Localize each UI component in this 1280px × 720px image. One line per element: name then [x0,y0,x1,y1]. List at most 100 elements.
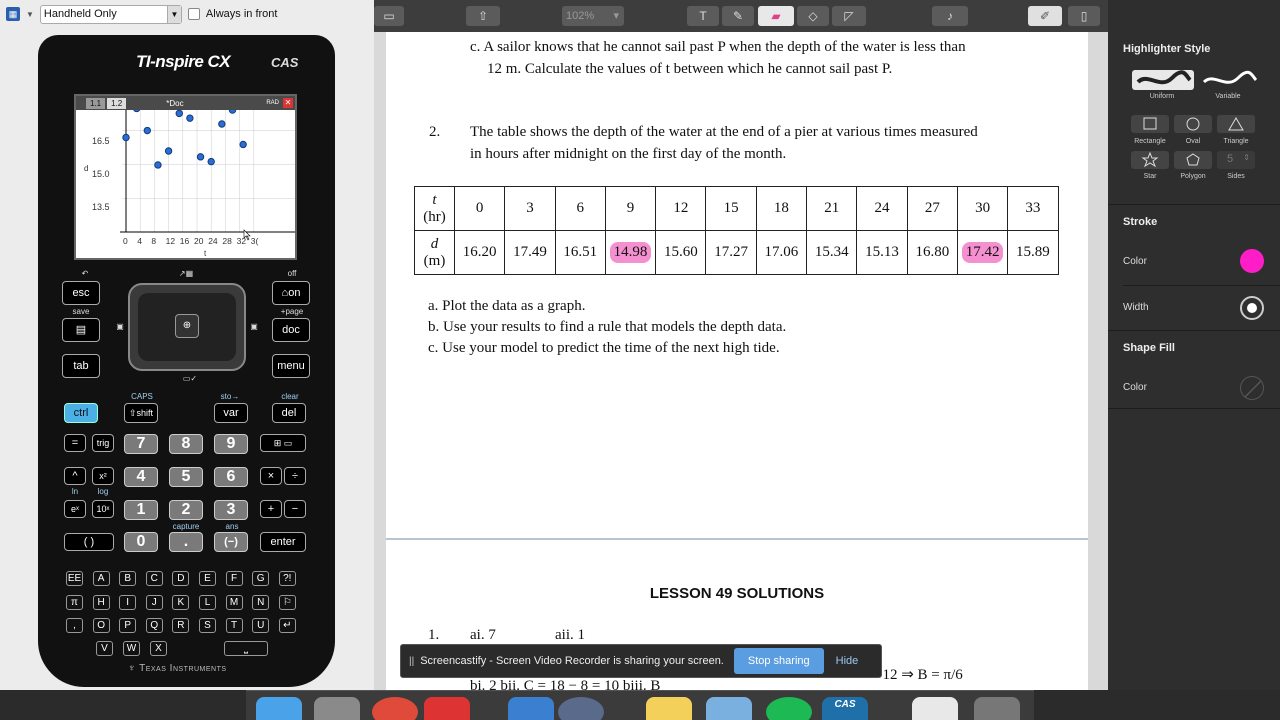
eraser-tool-icon[interactable]: ◇ [797,6,829,26]
template-key[interactable]: ⊞ ▭ [260,434,306,452]
digit-5-key[interactable]: 5 [169,467,203,487]
ten-power-key[interactable]: 10ˣ [92,500,114,518]
letter-key[interactable]: , [66,618,83,633]
letter-key[interactable]: J [145,594,163,610]
chrome-icon[interactable] [372,697,418,720]
markup-icon[interactable]: ✐ [1028,6,1062,26]
hide-button[interactable]: Hide [836,655,859,667]
minus-key[interactable]: − [284,500,306,518]
parentheses-key[interactable]: ( ) [64,533,114,551]
square-key[interactable]: x² [92,467,114,485]
app-menu-caret-icon[interactable]: ▼ [26,10,34,19]
letter-key[interactable]: ?! [278,571,296,586]
tab-key[interactable]: tab [62,354,100,378]
digit-0-key[interactable]: 0 [124,532,158,552]
letter-key[interactable]: W [123,641,140,656]
letter-key[interactable]: N [252,594,270,610]
letter-key[interactable]: M [225,594,243,610]
letter-key[interactable]: E [199,571,216,586]
text-tool-button[interactable]: T [687,6,719,26]
letter-key[interactable]: C [145,571,163,586]
uniform-style-option[interactable] [1132,70,1194,90]
document-icon[interactable] [912,697,958,720]
letter-key[interactable]: G [252,571,270,586]
digit-8-key[interactable]: 8 [169,434,203,454]
sidebar-toggle-icon[interactable]: ▭ [374,6,404,26]
touchpad[interactable]: ⊕ [128,283,246,371]
microphone-icon[interactable]: ♪ [932,6,968,26]
oval-shape-button[interactable] [1174,115,1212,133]
letter-key[interactable]: P [119,618,137,633]
app-icon[interactable] [508,697,554,720]
space-key[interactable]: ⎵ [224,641,268,656]
spotify-icon[interactable] [766,697,812,720]
star-shape-button[interactable] [1131,151,1169,169]
shift-key[interactable]: ⇧shift [124,403,158,423]
letter-key[interactable]: K [172,594,190,610]
letter-key[interactable]: EE [66,571,83,586]
letter-key[interactable]: L [199,594,216,610]
letter-key[interactable]: T [225,618,243,633]
letter-key[interactable]: O [92,618,110,633]
rectangle-shape-button[interactable] [1131,115,1169,133]
touchpad-surface[interactable]: ⊕ [138,293,236,361]
screen-tab-1-1[interactable]: 1.1 [86,97,106,109]
share-icon[interactable]: ⇧ [466,6,500,26]
inspector-icon[interactable]: ▯ [1068,6,1100,26]
caret-key[interactable]: ^ [64,467,86,485]
pause-icon[interactable]: || [409,656,414,667]
trig-key[interactable]: trig [92,434,114,452]
esc-key[interactable]: esc [62,281,100,305]
letter-key[interactable]: ⚐ [278,594,296,610]
digit-4-key[interactable]: 4 [124,467,158,487]
letter-key[interactable]: B [119,571,137,586]
triangle-shape-button[interactable] [1217,115,1255,133]
letter-key[interactable]: A [92,571,110,586]
notes-icon[interactable] [646,697,692,720]
letter-key[interactable]: D [172,571,190,586]
decimal-key[interactable]: . [169,532,203,552]
var-key[interactable]: var [214,403,248,423]
ctrl-key[interactable]: ctrl [64,403,98,423]
digit-1-key[interactable]: 1 [124,500,158,520]
digit-7-key[interactable]: 7 [124,434,158,454]
app-icon[interactable] [424,697,470,720]
letter-key[interactable]: F [225,571,243,586]
notes-key[interactable]: ▤ [62,318,100,342]
letter-key[interactable]: ↵ [278,618,296,633]
view-mode-select[interactable]: Handheld Only ▼ [39,4,182,24]
stroke-width-button[interactable] [1240,296,1264,320]
finder-icon[interactable] [256,697,302,720]
touchpad-click-icon[interactable]: ⊕ [175,314,199,338]
app-icon[interactable] [558,697,604,720]
pen-tool-icon[interactable]: ✎ [722,6,754,26]
enter-key[interactable]: enter [260,532,306,552]
zoom-select[interactable]: 102% ▾ [562,6,624,26]
letter-key[interactable]: H [92,594,110,610]
exp-key[interactable]: eˣ [64,500,86,518]
letter-key[interactable]: V [96,641,113,656]
stroke-color-swatch[interactable] [1240,249,1264,273]
sides-stepper[interactable]: 5 ⇕ [1217,151,1255,169]
plus-key[interactable]: + [260,500,282,518]
letter-key[interactable]: U [252,618,270,633]
digit-6-key[interactable]: 6 [214,467,248,487]
close-icon[interactable]: ✕ [283,98,293,108]
menu-key[interactable]: menu [272,354,310,378]
del-key[interactable]: del [272,403,306,423]
home-on-key[interactable]: ⌂on [272,281,310,305]
stop-sharing-button[interactable]: Stop sharing [733,648,824,674]
equals-key[interactable]: = [64,434,86,452]
shapes-tool-icon[interactable]: ◸ [832,6,866,26]
ti-cas-dock-icon[interactable]: CAS [822,697,868,720]
no-fill-icon[interactable] [1240,376,1264,400]
calculator-screen[interactable]: 1.1 1.2 *Doc RAD ✕ d t 16.5 15.0 13.5 04… [74,94,297,260]
letter-key[interactable]: Q [145,618,163,633]
letter-key[interactable]: R [172,618,190,633]
doc-key[interactable]: doc [272,318,310,342]
polygon-shape-button[interactable] [1174,151,1212,169]
digit-2-key[interactable]: 2 [169,500,203,520]
variable-style-option[interactable] [1198,70,1260,90]
highlighter-tool-icon[interactable]: ▰ [758,6,794,26]
system-preferences-icon[interactable] [314,697,360,720]
